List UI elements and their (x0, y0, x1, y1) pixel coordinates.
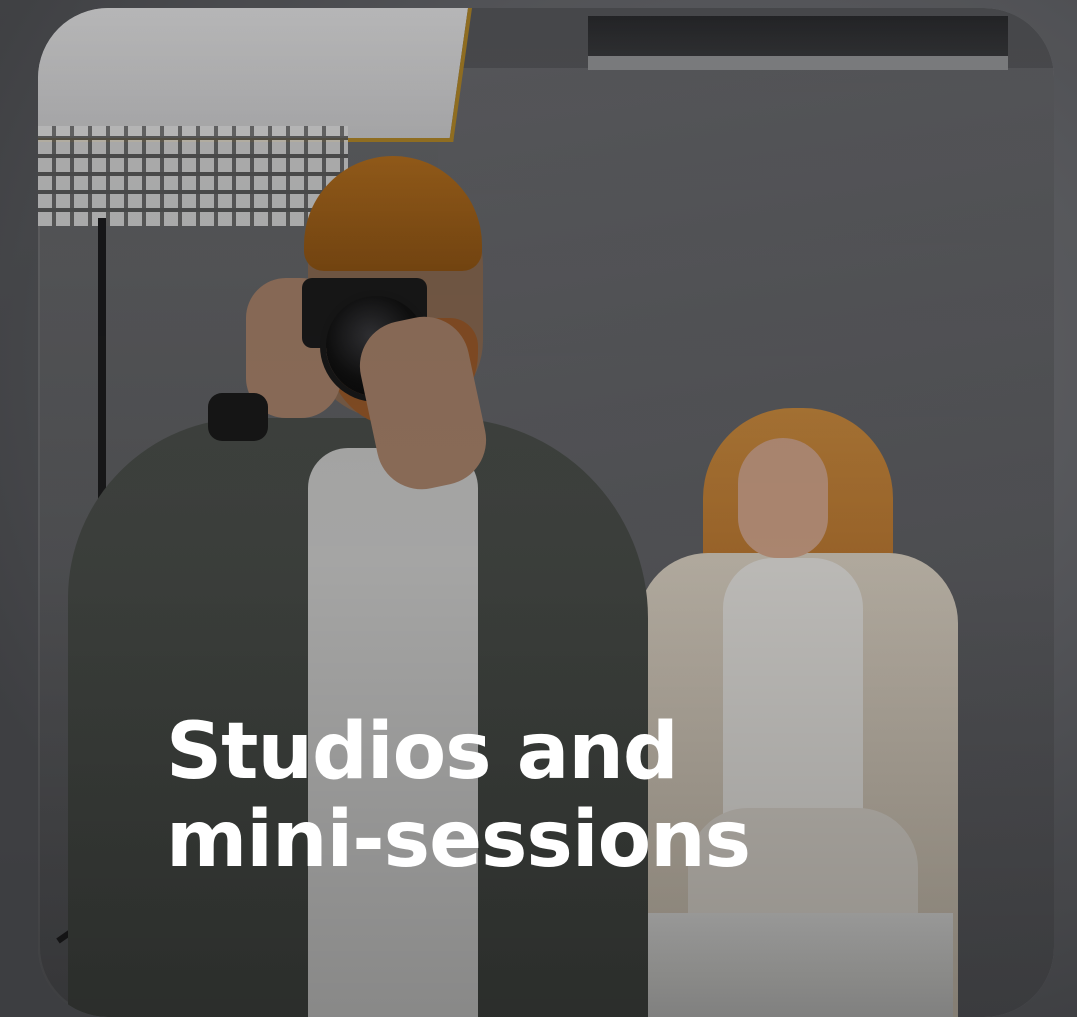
card-title: Studios and mini-sessions (166, 708, 926, 884)
category-card[interactable]: Studios and mini-sessions (38, 8, 1054, 1017)
page: Studios and mini-sessions (0, 0, 1077, 1017)
card-title-line-1: Studios and (166, 707, 679, 797)
card-title-line-2: mini-sessions (166, 795, 751, 885)
